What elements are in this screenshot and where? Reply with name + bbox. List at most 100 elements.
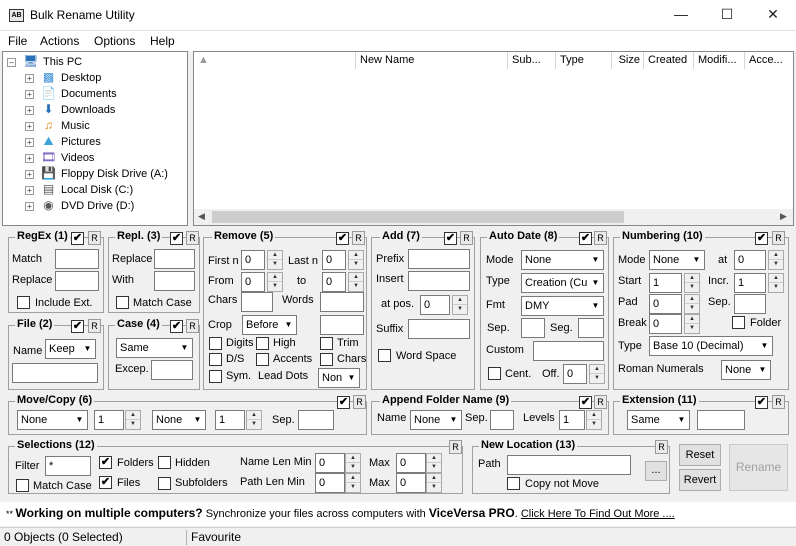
digits-checkbox[interactable] bbox=[209, 337, 222, 350]
off-input[interactable]: 0 bbox=[563, 364, 587, 384]
date-mode-dropdown[interactable]: None ▼ bbox=[521, 250, 604, 270]
menu-file[interactable]: File bbox=[8, 34, 27, 48]
auto-date-reset-button[interactable]: R bbox=[594, 231, 607, 245]
move-copy-enable-checkbox[interactable]: ✔ bbox=[337, 396, 350, 409]
append-folder-name-dropdown[interactable]: None ▼ bbox=[410, 410, 462, 430]
first-n-spinner[interactable]: ▲ ▼ bbox=[267, 250, 283, 270]
file-list[interactable]: ▲ New Name Sub... Type Size Created Modi… bbox=[193, 51, 794, 226]
ds-checkbox[interactable] bbox=[209, 353, 222, 366]
with-input[interactable] bbox=[154, 271, 195, 291]
move-copy-dropdown-2[interactable]: None ▼ bbox=[152, 410, 206, 430]
sym-checkbox[interactable] bbox=[209, 370, 222, 383]
move-copy-spinner-2[interactable]: ▲ ▼ bbox=[246, 410, 262, 430]
roman-dropdown[interactable]: None ▼ bbox=[721, 360, 771, 380]
rename-button[interactable]: Rename bbox=[729, 444, 788, 491]
tree-item-floppy[interactable]: + 💾 Floppy Disk Drive (A:) bbox=[3, 166, 183, 182]
menu-actions[interactable]: Actions bbox=[40, 34, 79, 48]
word-space-checkbox[interactable] bbox=[378, 349, 391, 362]
regex-enable-checkbox[interactable]: ✔ bbox=[71, 232, 84, 245]
replace-enable-checkbox[interactable]: ✔ bbox=[170, 232, 183, 245]
column-sub[interactable]: Sub... bbox=[508, 52, 556, 69]
case-enable-checkbox[interactable]: ✔ bbox=[170, 320, 183, 333]
num-at-input[interactable]: 0 bbox=[734, 250, 766, 270]
move-copy-dropdown-1[interactable]: None ▼ bbox=[17, 410, 88, 430]
levels-input[interactable]: 1 bbox=[559, 410, 585, 430]
num-start-input[interactable]: 1 bbox=[649, 273, 682, 293]
folder-tree[interactable]: – 🖥 This PC + ▩ Desktop + 📄 Documents + … bbox=[2, 51, 188, 226]
numbering-enable-checkbox[interactable]: ✔ bbox=[755, 232, 768, 245]
move-copy-num-1[interactable]: 1 bbox=[94, 410, 124, 430]
tree-item-local-disk[interactable]: + ▤ Local Disk (C:) bbox=[3, 182, 183, 198]
column-modified[interactable]: Modifi... bbox=[694, 52, 745, 69]
tree-item-this-pc[interactable]: – 🖥 This PC bbox=[3, 54, 183, 70]
menu-help[interactable]: Help bbox=[150, 34, 175, 48]
tree-item-pictures[interactable]: + ⛰ Pictures bbox=[3, 134, 183, 150]
lead-dots-dropdown[interactable]: Non ▼ bbox=[318, 368, 360, 388]
crop-dropdown[interactable]: Before ▼ bbox=[242, 315, 297, 335]
maximize-icon[interactable]: ☐ bbox=[704, 0, 750, 30]
tree-item-videos[interactable]: + 🎞 Videos bbox=[3, 150, 183, 166]
ad-link[interactable]: Click Here To Find Out More .... bbox=[521, 508, 675, 520]
selections-match-case-checkbox[interactable] bbox=[16, 479, 29, 492]
append-folder-reset-button[interactable]: R bbox=[594, 395, 607, 409]
from-spinner[interactable]: ▲ ▼ bbox=[267, 272, 283, 292]
date-type-dropdown[interactable]: Creation (Cur ▼ bbox=[521, 273, 604, 293]
move-copy-num-2[interactable]: 1 bbox=[215, 410, 245, 430]
subfolders-checkbox[interactable] bbox=[158, 477, 171, 490]
file-name-dropdown[interactable]: Keep ▼ bbox=[45, 339, 96, 359]
first-n-input[interactable]: 0 bbox=[241, 250, 265, 270]
column-size[interactable]: Size bbox=[612, 52, 644, 69]
column-sort[interactable]: ▲ bbox=[194, 52, 356, 69]
num-mode-dropdown[interactable]: None ▼ bbox=[649, 250, 705, 270]
num-at-spinner[interactable]: ▲ ▼ bbox=[768, 250, 784, 270]
tree-item-desktop[interactable]: + ▩ Desktop bbox=[3, 70, 183, 86]
expand-icon[interactable]: + bbox=[25, 170, 34, 179]
collapse-icon[interactable]: – bbox=[7, 58, 16, 67]
date-custom-input[interactable] bbox=[533, 341, 604, 361]
num-start-spinner[interactable]: ▲ ▼ bbox=[684, 273, 700, 293]
scroll-right-icon[interactable]: ▶ bbox=[780, 211, 787, 222]
expand-icon[interactable]: + bbox=[25, 74, 34, 83]
path-len-max-spinner[interactable]: ▲ ▼ bbox=[426, 473, 442, 493]
chars-input[interactable] bbox=[241, 292, 273, 312]
horizontal-scrollbar[interactable]: ◀ ▶ bbox=[194, 209, 793, 225]
filter-input[interactable]: * bbox=[45, 456, 91, 476]
words-input[interactable] bbox=[320, 292, 364, 312]
last-n-input[interactable]: 0 bbox=[322, 250, 346, 270]
expand-icon[interactable]: + bbox=[25, 186, 34, 195]
num-pad-spinner[interactable]: ▲ ▼ bbox=[684, 294, 700, 314]
selections-reset-button[interactable]: R bbox=[449, 440, 462, 454]
extension-dropdown[interactable]: Same ▼ bbox=[627, 410, 690, 430]
num-incr-input[interactable]: 1 bbox=[734, 273, 766, 293]
expand-icon[interactable]: + bbox=[25, 122, 34, 131]
path-len-min-spinner[interactable]: ▲ ▼ bbox=[345, 473, 361, 493]
expand-icon[interactable]: + bbox=[25, 202, 34, 211]
minimize-icon[interactable]: — bbox=[658, 0, 704, 30]
expand-icon[interactable]: + bbox=[25, 154, 34, 163]
column-created[interactable]: Created bbox=[644, 52, 694, 69]
replace-input[interactable] bbox=[154, 249, 195, 269]
date-seg-input[interactable] bbox=[578, 318, 604, 338]
excep-input[interactable] bbox=[151, 360, 193, 380]
trim-checkbox[interactable] bbox=[320, 337, 333, 350]
name-len-min-input[interactable]: 0 bbox=[315, 453, 345, 473]
num-pad-input[interactable]: 0 bbox=[649, 294, 682, 314]
include-ext-checkbox[interactable] bbox=[17, 296, 30, 309]
suffix-input[interactable] bbox=[408, 319, 470, 339]
case-reset-button[interactable]: R bbox=[186, 319, 199, 333]
levels-spinner[interactable]: ▲ ▼ bbox=[586, 410, 602, 430]
auto-date-enable-checkbox[interactable]: ✔ bbox=[579, 232, 592, 245]
file-reset-button[interactable]: R bbox=[88, 319, 101, 333]
close-icon[interactable]: ✕ bbox=[750, 0, 796, 30]
new-location-reset-button[interactable]: R bbox=[655, 440, 668, 454]
move-copy-reset-button[interactable]: R bbox=[353, 395, 366, 409]
regex-reset-button[interactable]: R bbox=[88, 231, 101, 245]
numbering-reset-button[interactable]: R bbox=[772, 231, 785, 245]
num-type-dropdown[interactable]: Base 10 (Decimal) ▼ bbox=[649, 336, 773, 356]
move-copy-spinner-1[interactable]: ▲ ▼ bbox=[125, 410, 141, 430]
to-spinner[interactable]: ▲ ▼ bbox=[348, 272, 364, 292]
accents-checkbox[interactable] bbox=[256, 353, 269, 366]
remove-reset-button[interactable]: R bbox=[352, 231, 365, 245]
date-fmt-dropdown[interactable]: DMY ▼ bbox=[521, 296, 604, 316]
from-input[interactable]: 0 bbox=[241, 272, 265, 292]
